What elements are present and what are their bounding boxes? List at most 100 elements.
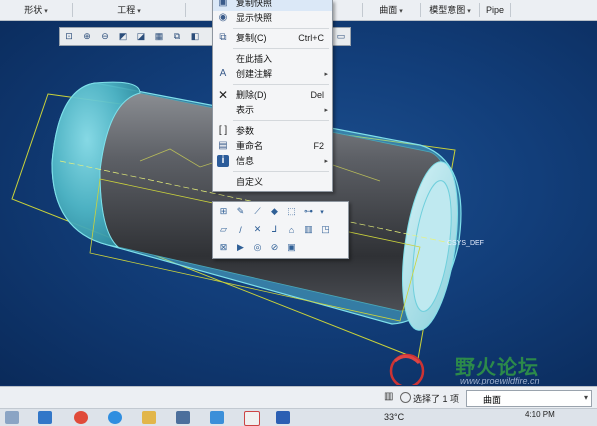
ribbon-group-label: 曲面 (379, 5, 398, 15)
saved-orientations-icon[interactable]: ▦ (151, 29, 167, 44)
fill-icon[interactable]: ◆ (267, 204, 282, 219)
photos-icon[interactable] (210, 411, 224, 424)
ribbon-group-pipe[interactable]: Pipe (480, 3, 511, 17)
submenu-arrow-icon: ▸ (324, 107, 328, 114)
display-style-icon[interactable]: ◪ (133, 29, 149, 44)
chrome-icon[interactable] (74, 411, 88, 424)
show-snapshot-icon: ◉ (218, 12, 228, 23)
ribbon-group-label: 工程 (117, 5, 136, 15)
ribbon-group-model-intent[interactable]: 模型意图 ▾ (421, 3, 480, 17)
chevron-down-icon: ▾ (467, 8, 471, 15)
menu-item-label: 创建注解 (236, 69, 273, 79)
submenu-arrow-icon: ▸ (324, 158, 328, 165)
dimension-icon[interactable]: ⊞ (216, 204, 231, 219)
selection-status: 选择了 1 项 (413, 394, 460, 404)
ribbon-group-shape[interactable]: 形状 ▾ (0, 3, 73, 17)
csys-icon[interactable]: ⅃ (267, 222, 282, 237)
repaint-icon[interactable]: ◩ (115, 29, 131, 44)
point-icon[interactable]: ✕ (250, 222, 265, 237)
edit-definition-icon[interactable]: ⊠ (216, 240, 231, 255)
edge-icon[interactable] (108, 411, 122, 424)
context-menu: ▣ 复制快照 ◉ 显示快照 ⧉ 复制(C) Ctrl+C 在此插入 A 创建注解… (212, 0, 333, 192)
mini-toolbar: ⊞ ✎ ⟋ ◆ ⬚ ⊶ ▾ ▱ / ✕ ⅃ ⌂ ▥ ◳ ⊠ ▶ ◎ ⊘ ▣ (212, 201, 349, 259)
measure-icon[interactable]: ⟋ (250, 204, 265, 219)
chevron-down-icon: ▾ (583, 393, 588, 402)
chevron-down-icon: ▾ (399, 8, 403, 15)
datum-display-icon[interactable]: ◧ (187, 29, 203, 44)
clock-time: 4:10 PM (525, 410, 555, 419)
task-view-icon[interactable] (5, 411, 19, 424)
menu-item-label: 显示快照 (236, 13, 273, 23)
menu-separator (233, 120, 329, 121)
extrude-icon[interactable]: ▥ (301, 222, 316, 237)
copy-icon: ⧉ (219, 32, 227, 43)
ribbon-group-label: 形状 (24, 5, 43, 15)
annotation-icon: A (219, 68, 227, 79)
word-icon[interactable] (276, 411, 290, 424)
plane-icon[interactable]: ▱ (216, 222, 231, 237)
ribbon-group-surface[interactable]: 曲面 ▾ (362, 3, 421, 17)
parameters-icon: [ ] (218, 125, 228, 136)
revolve-icon[interactable]: ◳ (318, 222, 333, 237)
sketch-icon[interactable]: ⌂ (284, 222, 299, 237)
rename-icon: ▤ (218, 140, 228, 151)
menu-item-label: 自定义 (236, 177, 264, 187)
menu-item-shortcut: Ctrl+C (298, 33, 324, 43)
chevron-down-icon[interactable]: ▾ (318, 204, 326, 219)
watermark-url: www.proewildfire.cn (460, 376, 540, 385)
menu-item-copy-snapshot[interactable]: ▣ 复制快照 (213, 0, 332, 11)
zoom-out-icon[interactable]: ⊖ (97, 29, 113, 44)
zoom-in-icon[interactable]: ⊕ (79, 29, 95, 44)
ribbon-group-blank[interactable] (186, 3, 213, 17)
mail-icon[interactable] (38, 411, 52, 424)
menu-item-insert-here[interactable]: 在此插入 (213, 52, 332, 67)
menu-item-show-snapshot[interactable]: ◉ 显示快照 (213, 11, 332, 26)
menu-item-parameters[interactable]: [ ] 参数 (213, 124, 332, 139)
taskbar: 33°C 4:10 PM (0, 408, 597, 426)
annotation-display-icon[interactable]: ▭ (333, 29, 349, 44)
menu-item-label: 表示 (236, 105, 255, 115)
notes-icon[interactable] (142, 411, 156, 424)
submenu-arrow-icon: ▸ (324, 71, 328, 78)
menu-item-label: 复制(C) (236, 33, 267, 43)
binoculars-icon[interactable]: ▥ (384, 391, 398, 404)
watermark: 野火论坛 www.proewildfire.cn (380, 351, 595, 385)
suppress-icon[interactable]: ▣ (284, 240, 299, 255)
menu-item-create-annotation[interactable]: A 创建注解 ▸ (213, 67, 332, 82)
menu-item-customize[interactable]: 自定义 (213, 175, 332, 190)
menu-item-shortcut: F2 (313, 141, 324, 151)
ribbon-group-engineering[interactable]: 工程 ▾ (73, 3, 186, 17)
show-icon[interactable]: ◎ (250, 240, 265, 255)
select-box-icon[interactable]: ⬚ (284, 204, 299, 219)
snapshot-icon: ▣ (218, 0, 228, 8)
menu-item-represent[interactable]: 表示 ▸ (213, 103, 332, 118)
appearance-icon[interactable]: ✎ (233, 204, 248, 219)
delete-icon: ✕ (217, 88, 229, 102)
selection-filter-icon[interactable] (400, 392, 411, 403)
hide-icon[interactable]: ⊘ (267, 240, 282, 255)
ribbon-group-blank-2[interactable] (331, 3, 363, 17)
edit-icon[interactable]: ▶ (233, 240, 248, 255)
info-icon: i (217, 155, 229, 167)
menu-separator (233, 171, 329, 172)
menu-separator (233, 28, 329, 29)
menu-item-info[interactable]: i 信息 ▸ (213, 154, 332, 169)
refit-icon[interactable]: ⊡ (61, 29, 77, 44)
menu-item-rename[interactable]: ▤ 重命名 F2 (213, 139, 332, 154)
menu-item-delete[interactable]: ✕ 删除(D) Del (213, 88, 332, 103)
app-icon[interactable] (176, 411, 190, 424)
ribbon-group-label: Pipe (485, 5, 504, 15)
menu-item-label: 在此插入 (236, 54, 273, 64)
menu-item-label: 信息 (236, 156, 255, 166)
chevron-down-icon: ▾ (44, 8, 48, 15)
filter-select[interactable]: 曲面 ▾ (466, 390, 592, 407)
view-manager-icon[interactable]: ⧉ (169, 29, 185, 44)
ribbon-group-label: 模型意图 (429, 5, 466, 15)
watermark-logo (389, 353, 425, 385)
menu-item-label: 删除(D) (236, 90, 267, 100)
creo-icon[interactable] (244, 411, 260, 426)
menu-item-copy[interactable]: ⧉ 复制(C) Ctrl+C (213, 31, 332, 46)
axis-icon[interactable]: / (233, 222, 248, 237)
status-bar: ▥ 选择了 1 项 曲面 ▾ (0, 386, 597, 409)
hierarchy-icon[interactable]: ⊶ (301, 204, 316, 219)
